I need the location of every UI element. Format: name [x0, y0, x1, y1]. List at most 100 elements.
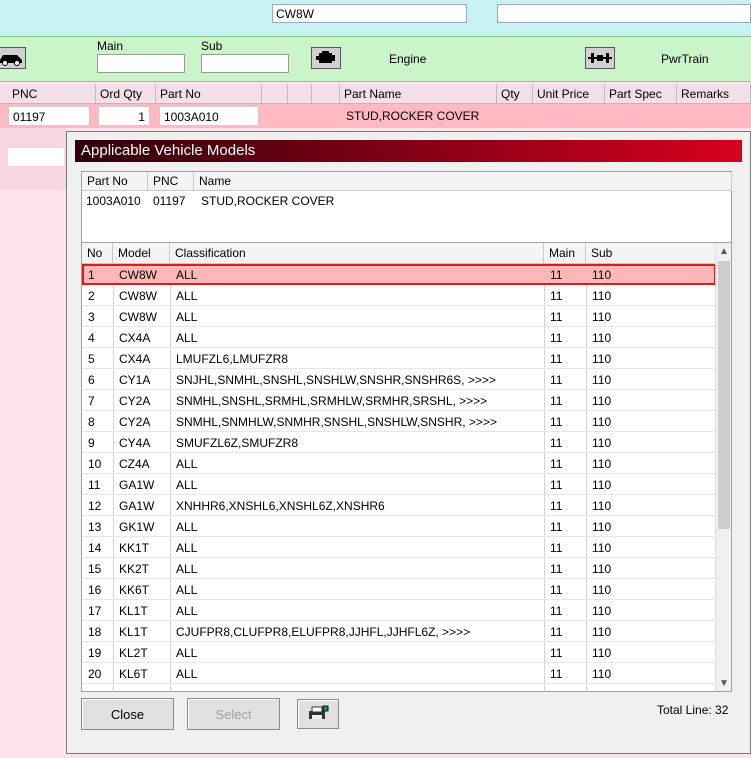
ord-qty-cell[interactable]: 1	[98, 106, 150, 126]
row-no-cell: 9	[88, 436, 95, 450]
model-header[interactable]: Model	[113, 243, 170, 264]
blank-header-2	[288, 84, 312, 104]
table-row[interactable]: 11 GA1W ALL 11 110	[82, 474, 716, 495]
row-no-cell: 5	[88, 352, 95, 366]
scroll-thumb[interactable]	[718, 261, 730, 529]
row-classification-cell: ALL	[176, 562, 198, 576]
row-no-cell: 19	[88, 646, 102, 660]
table-row[interactable]: 16 KK6T ALL 11 110	[82, 579, 716, 600]
dialog-title[interactable]: Applicable Vehicle Models	[75, 140, 742, 162]
row-main-cell: 11	[550, 331, 563, 345]
row-sub-cell: 110	[592, 562, 612, 576]
main-header[interactable]: Main	[544, 243, 586, 264]
part-name-cell: STUD,ROCKER COVER	[346, 109, 480, 123]
models-list[interactable]: No Model Classification Main Sub 1 CW8W AL…	[81, 242, 732, 692]
scroll-up-icon[interactable]: ▲	[716, 243, 731, 259]
row-classification-cell: ALL	[176, 331, 198, 345]
table-row[interactable]: 1 CW8W ALL 11 110	[82, 264, 716, 285]
row-main-cell: 11	[550, 646, 563, 660]
no-header[interactable]: No	[82, 243, 113, 264]
row-main-cell: 11	[550, 478, 563, 492]
table-row[interactable]: 8 CY2A SNMHL,SNMHLW,SNMHR,SNSHL,SNSHLW,SNS…	[82, 411, 716, 432]
row-classification-cell: SNMHL,SNSHL,SRMHL,SRMHLW,SRMHR,SRSHL, >>…	[176, 394, 488, 408]
powertrain-icon[interactable]	[585, 47, 615, 69]
row-no-cell: 2	[88, 289, 95, 303]
row-model-cell: CW8W	[119, 310, 157, 324]
qty-header[interactable]: Qty	[497, 84, 533, 104]
vertical-scrollbar[interactable]: ▲ ▼	[715, 243, 731, 691]
part-spec-header[interactable]: Part Spec	[605, 84, 677, 104]
row-classification-cell: ALL	[176, 646, 198, 660]
row-model-cell: CY1A	[119, 373, 151, 387]
remarks-header[interactable]: Remarks	[677, 84, 751, 104]
row-sub-cell: 110	[592, 646, 612, 660]
row-model-cell: CX4A	[119, 352, 151, 366]
table-row[interactable]: 17 KL1T ALL 11 110	[82, 600, 716, 621]
close-button[interactable]: Close	[81, 698, 174, 730]
row-no-cell: 11	[88, 478, 101, 492]
row-sub-cell: 110	[592, 604, 612, 618]
row-classification-cell: ALL	[176, 289, 198, 303]
table-row[interactable]: 7 CY2A SNMHL,SNSHL,SRMHL,SRMHLW,SRMHR,SRSH…	[82, 390, 716, 411]
secondary-input[interactable]	[497, 4, 751, 23]
table-row[interactable]: 19 KL2T ALL 11 110	[82, 642, 716, 663]
left-panel-field[interactable]	[8, 148, 64, 166]
row-classification-cell: ALL	[176, 583, 198, 597]
table-row[interactable]: 20 KL6T ALL 11 110	[82, 663, 716, 684]
table-row[interactable]: 4 CX4A ALL 11 110	[82, 327, 716, 348]
car-icon[interactable]	[0, 47, 26, 69]
sub-label: Sub	[201, 39, 223, 53]
table-row[interactable]: 15 KK2T ALL 11 110	[82, 558, 716, 579]
row-classification-cell: ALL	[176, 520, 198, 534]
table-row[interactable]: 2 CW8W ALL 11 110	[82, 285, 716, 306]
parts-row[interactable]: 01197 1 1003A010 STUD,ROCKER COVER	[0, 104, 751, 128]
row-classification-cell: SNMHL,SNMHLW,SNMHR,SNSHL,SNSHLW,SNSHR, >…	[176, 415, 497, 429]
table-row[interactable]: 3 CW8W ALL 11 110	[82, 306, 716, 327]
part-no-cell[interactable]: 1003A010	[159, 106, 259, 126]
part-name-header[interactable]: Part Name	[340, 84, 497, 104]
engine-label: Engine	[389, 52, 427, 66]
row-model-cell: GA1W	[119, 478, 155, 492]
row-model-cell: CZ4A	[119, 457, 150, 471]
row-classification-cell: SNJHL,SNMHL,SNSHL,SNSHLW,SNSHR,SNSHR6S, …	[176, 373, 496, 387]
row-model-cell: KL6T	[119, 667, 148, 681]
row-no-cell: 3	[88, 310, 95, 324]
table-row[interactable]: 14 KK1T ALL 11 110	[82, 537, 716, 558]
printer-icon	[307, 705, 329, 724]
row-model-cell: KL1T	[119, 625, 148, 639]
row-no-cell: 14	[88, 541, 102, 555]
table-row[interactable]: 10 CZ4A ALL 11 110	[82, 453, 716, 474]
pnc-header[interactable]: PNC	[8, 84, 96, 104]
main-input[interactable]	[97, 54, 185, 73]
sub-input[interactable]	[201, 54, 289, 73]
row-sub-cell: 110	[592, 499, 612, 513]
table-row[interactable]: 9 CY4A SMUFZL6Z,SMUFZR8 11 110	[82, 432, 716, 453]
table-row[interactable]: 13 GK1W ALL 11 110	[82, 516, 716, 537]
table-row[interactable]: 18 KL1T CJUFPR8,CLUFPR8,ELUFPR8,JJHFL,JJHF…	[82, 621, 716, 642]
row-main-cell: 11	[550, 625, 563, 639]
table-row[interactable]: 5 CX4A LMUFZL6,LMUFZR8 11 110	[82, 348, 716, 369]
row-no-cell: 6	[88, 373, 95, 387]
model-search-input[interactable]: CW8W	[272, 4, 467, 23]
pnc-cell[interactable]: 01197	[8, 106, 90, 126]
classification-header[interactable]: Classification	[170, 243, 544, 264]
table-row[interactable]: 12 GA1W XNHHR6,XNSHL6,XNSHL6Z,XNSHR6 11 110	[82, 495, 716, 516]
engine-icon[interactable]	[311, 47, 341, 69]
row-classification-cell: ALL	[176, 541, 198, 555]
row-classification-cell: ALL	[176, 604, 198, 618]
info-pnc-header: PNC	[148, 172, 194, 191]
row-main-cell: 11	[550, 520, 563, 534]
select-button[interactable]: Select	[187, 698, 280, 730]
table-row[interactable]: 6 CY1A SNJHL,SNMHL,SNSHL,SNSHLW,SNSHR,SNSH…	[82, 369, 716, 390]
print-button[interactable]	[297, 699, 339, 729]
row-sub-cell: 110	[592, 667, 612, 681]
row-classification-cell: SMUFZL6Z,SMUFZR8	[176, 436, 299, 450]
unit-price-header[interactable]: Unit Price	[533, 84, 605, 104]
part-no-header[interactable]: Part No	[156, 84, 262, 104]
scroll-down-icon[interactable]: ▼	[716, 675, 731, 691]
row-sub-cell: 110	[592, 310, 612, 324]
row-main-cell: 11	[550, 268, 563, 282]
sub-header[interactable]: Sub	[586, 243, 716, 264]
ord-qty-header[interactable]: Ord Qty	[96, 84, 156, 104]
row-sub-cell: 110	[592, 331, 612, 345]
